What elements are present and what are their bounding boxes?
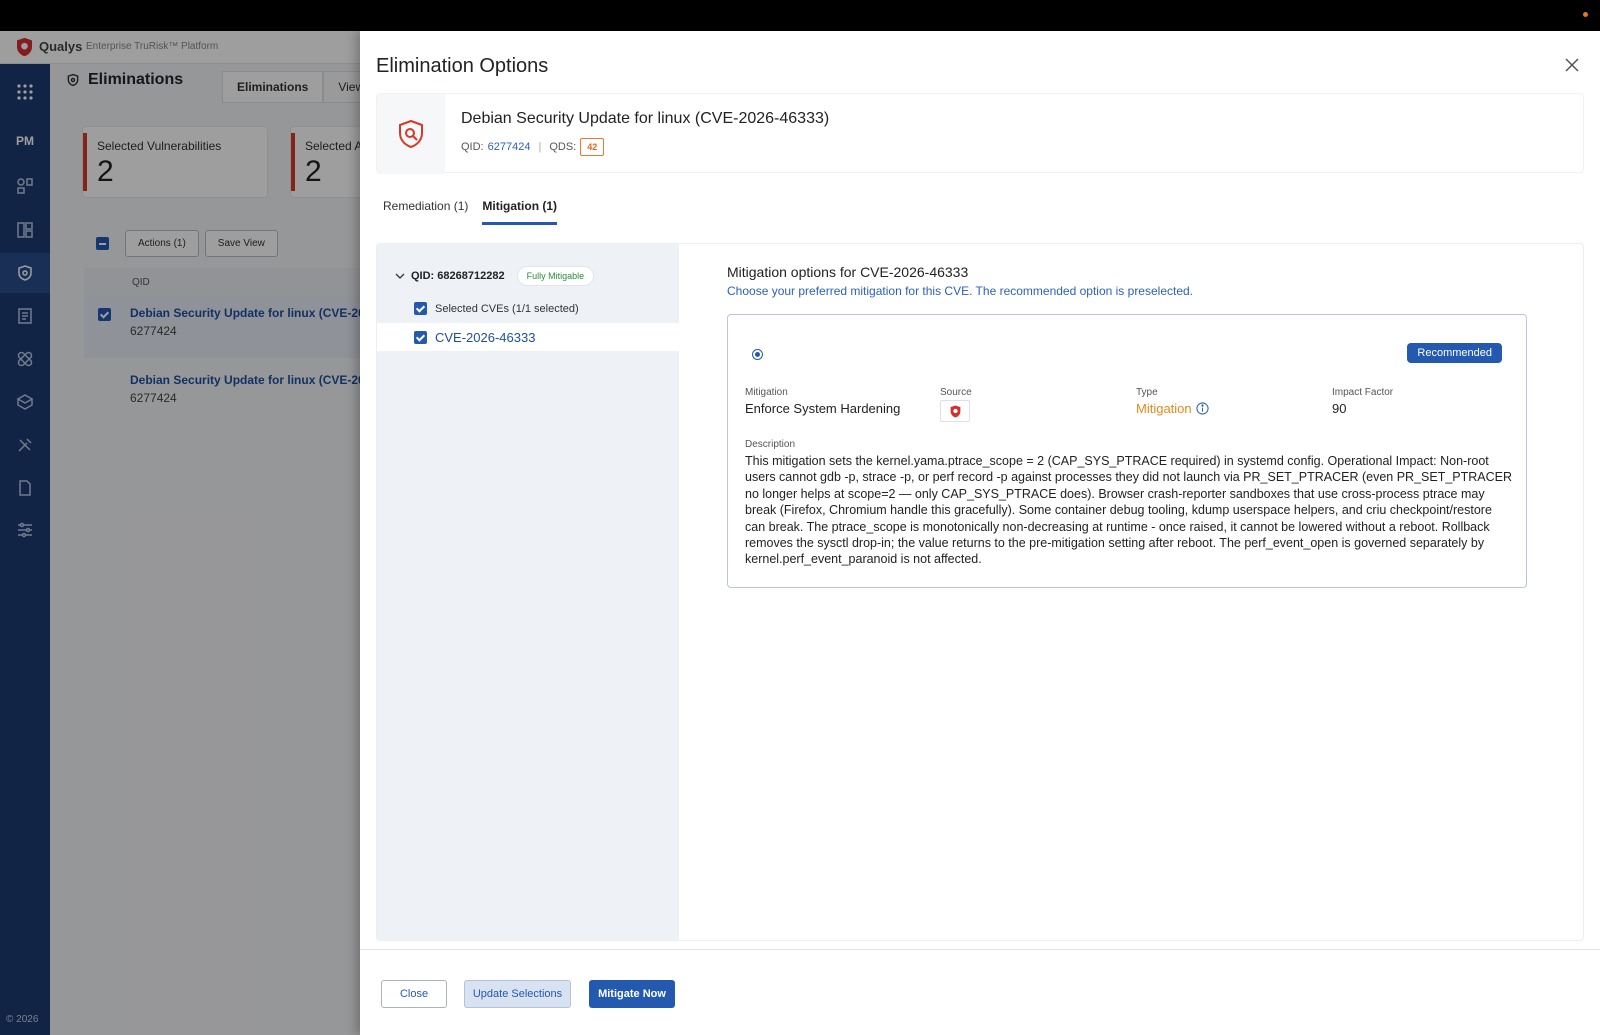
qid-link[interactable]: 6277424: [488, 141, 531, 153]
cve-checkbox[interactable]: [414, 330, 427, 344]
selected-cves-label: Selected CVEs (1/1 selected): [435, 302, 579, 315]
mitigation-content: QID: 68268712282 Fully Mitigable Selecte…: [376, 243, 1584, 941]
modal-tabs: Remediation (1) Mitigation (1): [383, 197, 558, 225]
update-selections-button[interactable]: Update Selections: [464, 980, 571, 1008]
impact-label: Impact Factor: [1332, 387, 1394, 398]
vulnerability-title: Debian Security Update for linux (CVE-20…: [461, 110, 830, 127]
source-column: Source: [940, 387, 972, 422]
tab-mitigation[interactable]: Mitigation (1): [482, 197, 558, 225]
system-top-bar: [0, 0, 1600, 31]
impact-value: 90: [1332, 401, 1347, 416]
close-button[interactable]: Close: [381, 980, 447, 1008]
tab-remediation[interactable]: Remediation (1): [383, 197, 468, 225]
mitigation-options-subtitle: Choose your preferred mitigation for thi…: [727, 284, 1194, 298]
qid-group-toggle[interactable]: QID: 68268712282 Fully Mitigable: [395, 266, 595, 286]
mitigation-options-title: Mitigation options for CVE-2026-46333: [727, 264, 969, 280]
shield-search-icon: [399, 119, 423, 149]
impact-column: Impact Factor 90: [1332, 387, 1393, 416]
selected-cves-row[interactable]: Selected CVEs (1/1 selected): [414, 302, 579, 315]
type-value-row: Mitigation: [1136, 401, 1209, 416]
mitigation-label: Mitigation: [745, 387, 788, 398]
source-label: Source: [940, 387, 972, 398]
mitigation-option-card[interactable]: Recommended Mitigation Enforce System Ha…: [727, 314, 1527, 588]
mitigate-now-button[interactable]: Mitigate Now: [589, 980, 675, 1008]
mitigation-value: Enforce System Hardening: [745, 401, 901, 416]
close-icon[interactable]: [1564, 57, 1580, 73]
info-icon[interactable]: [1196, 402, 1209, 415]
cve-id[interactable]: CVE-2026-46333: [435, 330, 535, 345]
vuln-icon-box: [377, 94, 445, 174]
qds-badge: 42: [580, 138, 605, 156]
mitigation-column: Mitigation Enforce System Hardening: [745, 387, 900, 416]
vulnerability-meta: QID: 6277424 | QDS: 42: [461, 138, 605, 156]
recommended-badge: Recommended: [1407, 343, 1502, 363]
status-dot: [1583, 12, 1588, 17]
elimination-options-panel: Elimination Options Debian Security Upda…: [360, 31, 1600, 1035]
chevron-down-icon: [395, 273, 405, 279]
qualys-source-icon: [950, 405, 960, 417]
modal-title: Elimination Options: [376, 55, 549, 77]
cve-selection-pane: QID: 68268712282 Fully Mitigable Selecte…: [377, 244, 679, 940]
mitigation-radio[interactable]: [752, 349, 763, 360]
meta-separator: |: [538, 141, 542, 153]
qds-label: QDS:: [549, 141, 577, 153]
cve-item[interactable]: CVE-2026-46333: [377, 323, 679, 351]
qid-group-label: QID: 68268712282: [411, 270, 505, 282]
vulnerability-summary: Debian Security Update for linux (CVE-20…: [376, 93, 1584, 174]
selected-cves-checkbox[interactable]: [414, 302, 427, 315]
description-label: Description: [745, 439, 796, 450]
modal-footer: Close Update Selections Mitigate Now: [360, 949, 1600, 1035]
description-text: This mitigation sets the kernel.yama.ptr…: [745, 454, 1513, 567]
type-value: Mitigation: [1136, 401, 1192, 416]
type-label: Type: [1136, 387, 1158, 398]
fully-mitigable-badge: Fully Mitigable: [516, 266, 595, 286]
type-column: Type Mitigation: [1136, 387, 1209, 416]
qid-label: QID:: [461, 141, 484, 153]
source-logo: [940, 400, 970, 422]
mitigation-options: Mitigation options for CVE-2026-46333 Ch…: [727, 264, 1547, 588]
